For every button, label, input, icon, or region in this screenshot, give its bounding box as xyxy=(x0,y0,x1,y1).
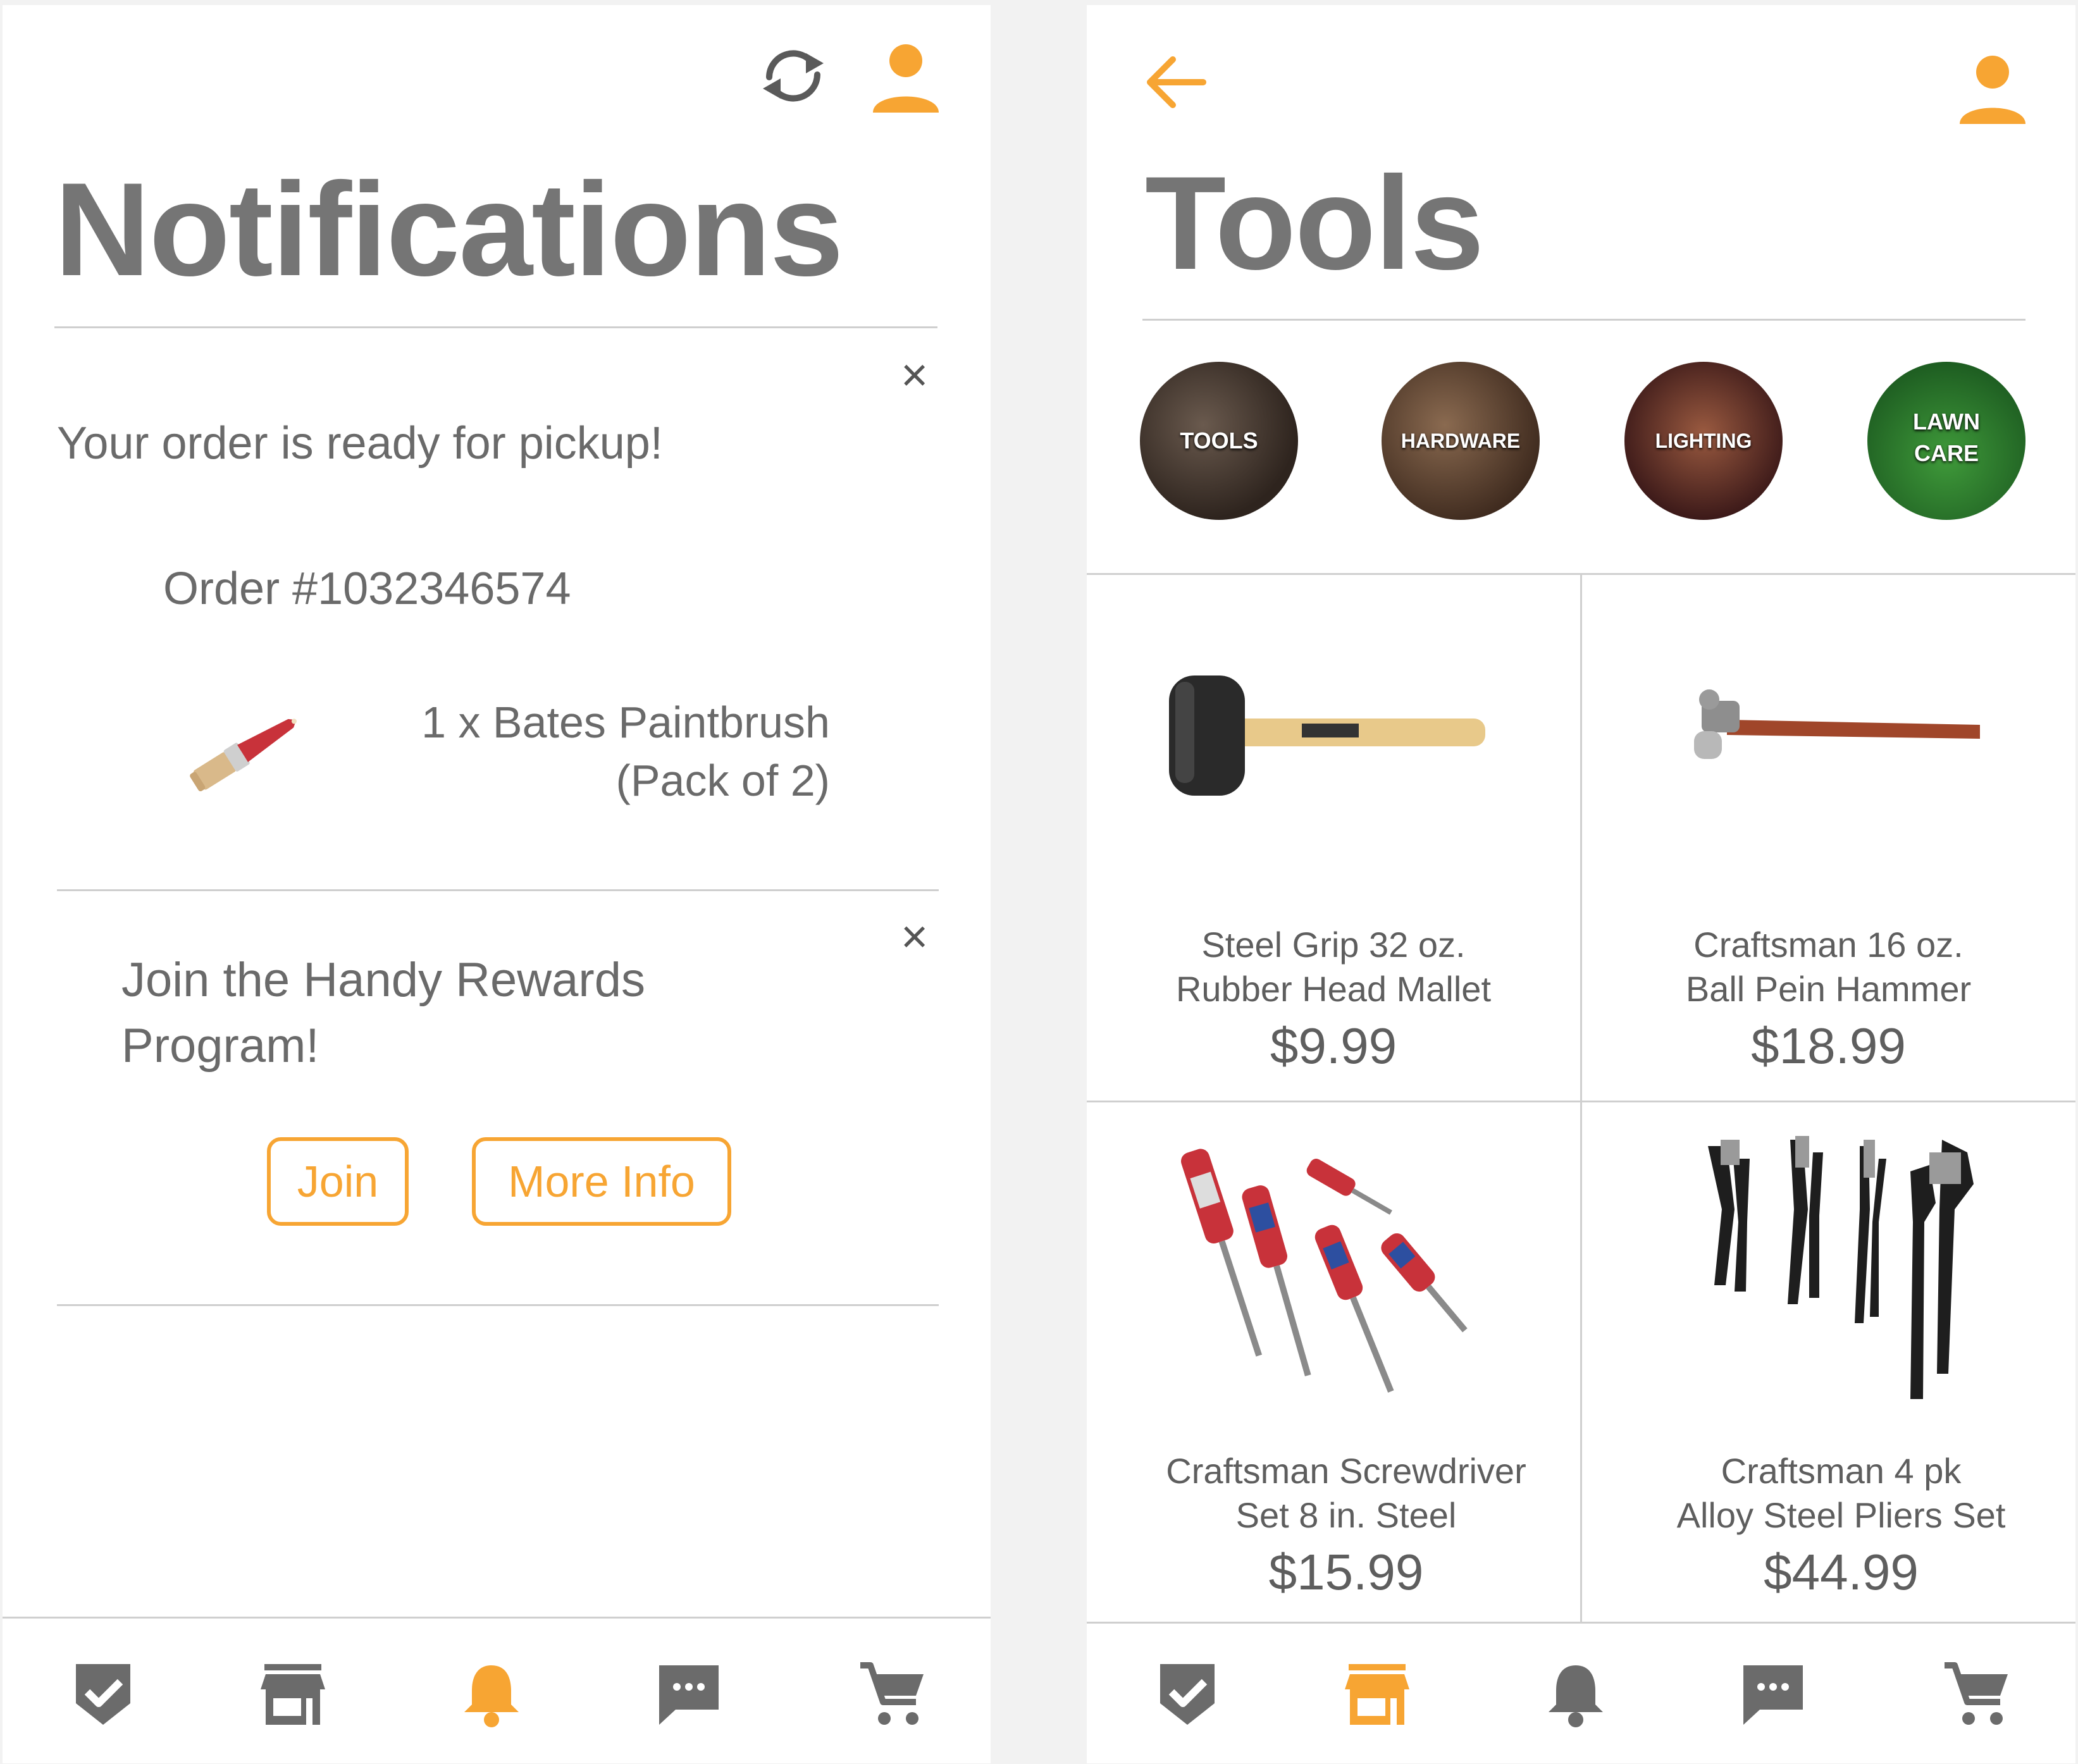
cart-icon[interactable] xyxy=(1942,1659,2012,1729)
product-price: $44.99 xyxy=(1764,1544,1919,1600)
notification-divider xyxy=(57,889,939,891)
join-button[interactable]: Join xyxy=(267,1137,409,1226)
page-title: Notifications xyxy=(54,155,844,304)
product-card[interactable]: Craftsman 4 pk Alloy Steel Pliers Set $4… xyxy=(1581,1102,2075,1622)
product-card[interactable]: Craftsman 16 oz. Ball Pein Hammer $18.99 xyxy=(1581,574,2075,1101)
order-ready-message: Your order is ready for pickup! xyxy=(57,418,663,469)
tools-screen: Tools TOOLS HARDWARE LIGHTING LAWN CARE … xyxy=(1087,5,2075,1763)
product-name: Steel Grip 32 oz. xyxy=(1201,925,1466,965)
product-name: Set 8 in. Steel xyxy=(1235,1495,1457,1535)
order-number: Order #1032346574 xyxy=(163,564,571,614)
refresh-icon[interactable] xyxy=(755,44,831,108)
title-divider xyxy=(54,326,937,328)
bell-icon[interactable] xyxy=(1541,1659,1611,1729)
close-icon[interactable]: × xyxy=(901,913,928,960)
product-name: Alloy Steel Pliers Set xyxy=(1676,1495,2006,1535)
category-label: TOOLS xyxy=(1180,428,1258,453)
product-name: Craftsman 16 oz. xyxy=(1693,925,1964,965)
category-label: LIGHTING xyxy=(1655,429,1752,452)
category-lawn-care[interactable]: LAWN CARE xyxy=(1867,362,2025,520)
product-card[interactable]: Steel Grip 32 oz. Rubber Head Mallet $9.… xyxy=(1087,574,1580,1101)
rewards-message-line2: Program! xyxy=(121,1019,319,1073)
user-icon[interactable] xyxy=(1955,49,2031,125)
pliers-set-image xyxy=(1708,1136,1974,1399)
order-item-line2: (Pack of 2) xyxy=(615,756,830,805)
chat-icon[interactable] xyxy=(654,1659,724,1729)
category-tools[interactable]: TOOLS xyxy=(1140,362,1298,520)
cart-icon[interactable] xyxy=(858,1659,927,1729)
screwdriver-set-image xyxy=(1180,1149,1468,1393)
product-name: Ball Pein Hammer xyxy=(1685,969,1972,1009)
close-icon[interactable]: × xyxy=(901,352,928,398)
badge-check-icon[interactable] xyxy=(1153,1659,1222,1729)
store-icon[interactable] xyxy=(258,1659,328,1729)
category-label: HARDWARE xyxy=(1401,429,1521,452)
chat-icon[interactable] xyxy=(1738,1659,1808,1729)
more-info-button[interactable]: More Info xyxy=(472,1137,731,1226)
user-icon[interactable] xyxy=(868,38,944,114)
notification-divider xyxy=(57,1304,939,1306)
category-label: LAWN xyxy=(1913,409,1980,435)
product-price: $9.99 xyxy=(1270,1018,1397,1074)
category-label: CARE xyxy=(1914,440,1979,466)
badge-check-icon[interactable] xyxy=(68,1659,138,1729)
store-icon[interactable] xyxy=(1342,1659,1412,1729)
page-title: Tools xyxy=(1145,149,1484,297)
mallet-image xyxy=(1169,675,1485,796)
product-name: Craftsman Screwdriver xyxy=(1166,1451,1526,1491)
hammer-image xyxy=(1694,689,1980,759)
order-item-line1: 1 x Bates Paintbrush xyxy=(421,698,830,747)
paintbrush-image xyxy=(190,719,297,792)
rewards-message-line1: Join the Handy Rewards xyxy=(121,953,645,1007)
product-price: $15.99 xyxy=(1268,1544,1424,1600)
product-price: $18.99 xyxy=(1751,1018,1906,1074)
category-lighting[interactable]: LIGHTING xyxy=(1624,362,1783,520)
bell-icon[interactable] xyxy=(457,1659,526,1729)
product-name: Rubber Head Mallet xyxy=(1175,969,1492,1009)
category-hardware[interactable]: HARDWARE xyxy=(1382,362,1540,520)
notifications-screen: Notifications × Your order is ready for … xyxy=(3,5,991,1763)
product-name: Craftsman 4 pk xyxy=(1721,1451,1962,1491)
bottom-nav-divider xyxy=(3,1617,991,1619)
product-card[interactable]: Craftsman Screwdriver Set 8 in. Steel $1… xyxy=(1087,1102,1580,1622)
title-divider xyxy=(1142,319,2025,321)
back-arrow-icon[interactable] xyxy=(1141,51,1211,114)
